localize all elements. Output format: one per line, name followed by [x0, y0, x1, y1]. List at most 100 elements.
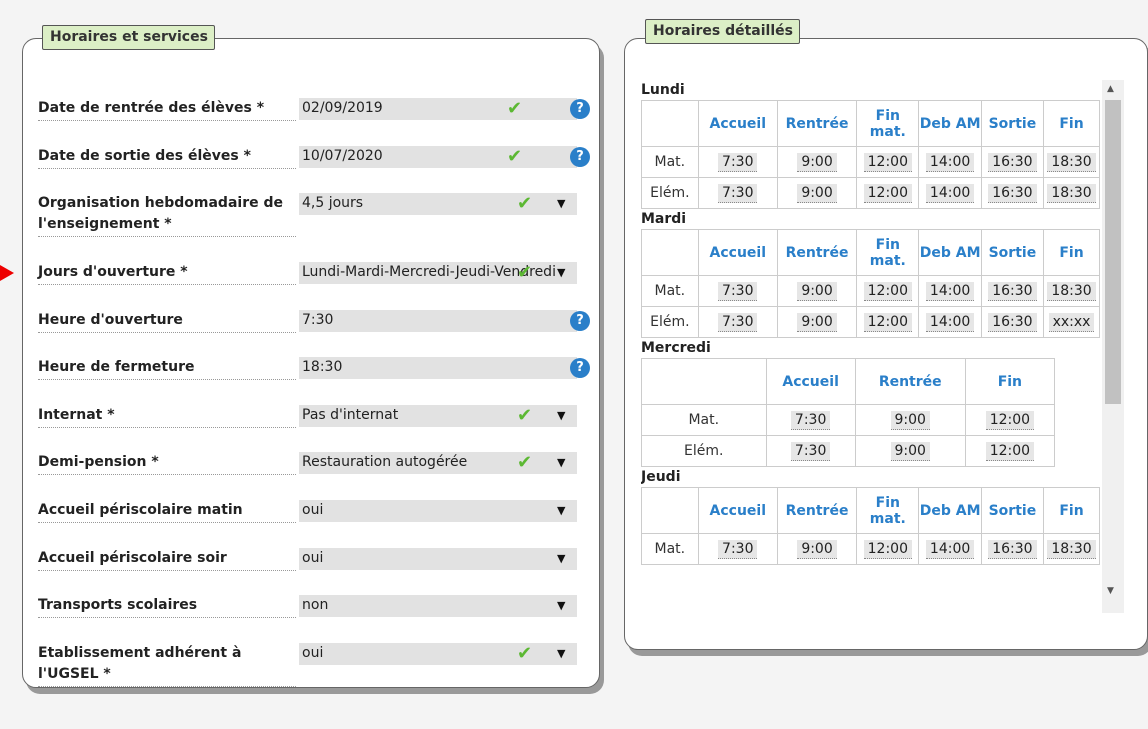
time-cell: xx:xx: [1043, 306, 1100, 338]
time-value[interactable]: 16:30: [988, 312, 1037, 332]
vertical-scrollbar[interactable]: ▲ ▼: [1102, 80, 1124, 613]
time-value[interactable]: 9:00: [797, 539, 837, 559]
time-value[interactable]: 16:30: [988, 183, 1037, 203]
schedule-table: Accueil Rentrée Fin mat. Deb AM Sortie Fin Mat…: [641, 487, 1100, 565]
arrow-right-icon: [0, 265, 14, 281]
time-cell: 12:00: [856, 533, 920, 565]
time-value[interactable]: 14:00: [925, 152, 975, 172]
help-icon[interactable]: ?: [570, 99, 590, 119]
time-value[interactable]: 7:30: [718, 539, 758, 559]
time-value[interactable]: 18:30: [1047, 539, 1096, 559]
field-label: Heure de fermeture: [38, 357, 296, 380]
column-header: Rentrée: [776, 229, 858, 276]
panel-title: Horaires et services: [42, 25, 215, 50]
scroll-up-icon[interactable]: ▲: [1107, 84, 1114, 94]
check-icon: ✔: [517, 643, 533, 664]
column-header: Deb AM: [918, 487, 982, 534]
time-value[interactable]: xx:xx: [1048, 312, 1095, 332]
time-value[interactable]: 14:00: [925, 539, 975, 559]
time-value[interactable]: 7:30: [718, 152, 758, 172]
time-value[interactable]: 12:00: [863, 152, 912, 172]
time-value[interactable]: 16:30: [988, 152, 1037, 172]
select-field[interactable]: non: [299, 595, 577, 617]
time-value[interactable]: 12:00: [863, 312, 912, 332]
time-value[interactable]: 14:00: [925, 281, 975, 301]
input-field[interactable]: 7:30: [299, 310, 577, 332]
schedule-table: Accueil Rentrée Fin mat. Deb AM Sortie Fin Mat…: [641, 100, 1100, 209]
scrollbar-thumb[interactable]: [1105, 100, 1121, 404]
chevron-down-icon[interactable]: ▼: [557, 193, 565, 214]
day-heading: Lundi: [641, 82, 685, 98]
column-header: Sortie: [980, 229, 1045, 276]
chevron-down-icon[interactable]: ▼: [557, 262, 565, 283]
time-cell: 9:00: [776, 146, 858, 178]
chevron-down-icon[interactable]: ▼: [557, 500, 565, 521]
time-cell: 9:00: [776, 306, 858, 338]
select-field[interactable]: oui: [299, 500, 577, 522]
chevron-down-icon[interactable]: ▼: [557, 595, 565, 616]
time-value[interactable]: 12:00: [863, 183, 912, 203]
time-value[interactable]: 9:00: [890, 441, 930, 461]
time-value[interactable]: 16:30: [988, 281, 1037, 301]
panel-title: Horaires détaillés: [645, 19, 800, 44]
column-header: Accueil: [765, 358, 856, 405]
help-icon[interactable]: ?: [570, 147, 590, 167]
time-value[interactable]: 9:00: [797, 183, 837, 203]
time-cell: 14:00: [918, 275, 982, 307]
time-value[interactable]: 12:00: [863, 539, 912, 559]
column-header: Deb AM: [918, 100, 982, 147]
input-field[interactable]: 10/07/2020: [299, 146, 577, 168]
help-icon[interactable]: ?: [570, 358, 590, 378]
row-label: Mat.: [641, 404, 767, 436]
time-cell: 14:00: [918, 146, 982, 178]
time-cell: 9:00: [776, 275, 858, 307]
time-value[interactable]: 18:30: [1047, 152, 1096, 172]
time-value[interactable]: 12:00: [985, 410, 1035, 430]
schedule-scroll-area[interactable]: Lundi Accueil Rentrée Fin mat. Deb AM Sortie F…: [641, 80, 1125, 613]
select-field[interactable]: oui: [299, 548, 577, 570]
help-icon[interactable]: ?: [570, 311, 590, 331]
time-value[interactable]: 9:00: [797, 312, 837, 332]
chevron-down-icon[interactable]: ▼: [557, 405, 565, 426]
corner-cell: [641, 358, 767, 405]
time-value[interactable]: 7:30: [718, 183, 758, 203]
time-value[interactable]: 16:30: [988, 539, 1037, 559]
day-heading: Jeudi: [641, 469, 681, 485]
chevron-down-icon[interactable]: ▼: [557, 452, 565, 473]
schedule-table: Accueil Rentrée Fin mat. Deb AM Sortie Fin Mat…: [641, 229, 1100, 338]
time-value[interactable]: 7:30: [718, 281, 758, 301]
scroll-down-icon[interactable]: ▼: [1107, 586, 1114, 596]
time-value[interactable]: 9:00: [797, 152, 837, 172]
column-header: Fin mat.: [856, 100, 920, 147]
field-label: Jours d'ouverture *: [38, 262, 296, 285]
time-cell: 16:30: [980, 177, 1045, 209]
column-header: Fin mat.: [856, 229, 920, 276]
time-value[interactable]: 7:30: [718, 312, 758, 332]
chevron-down-icon[interactable]: ▼: [557, 548, 565, 569]
chevron-down-icon[interactable]: ▼: [557, 643, 565, 664]
time-value[interactable]: 7:30: [790, 441, 831, 461]
time-cell: 16:30: [980, 306, 1045, 338]
time-value[interactable]: 12:00: [863, 281, 912, 301]
day-heading: Mardi: [641, 211, 687, 227]
time-cell: 18:30: [1043, 533, 1100, 565]
time-value[interactable]: 14:00: [925, 312, 975, 332]
time-value[interactable]: 14:00: [925, 183, 975, 203]
time-value[interactable]: 18:30: [1047, 183, 1096, 203]
column-header: Rentrée: [776, 487, 858, 534]
time-value[interactable]: 9:00: [890, 410, 930, 430]
time-cell: 12:00: [856, 146, 920, 178]
time-value[interactable]: 9:00: [797, 281, 837, 301]
time-value[interactable]: 7:30: [790, 410, 831, 430]
field-label: Heure d'ouverture: [38, 310, 296, 333]
input-field[interactable]: 18:30: [299, 357, 577, 379]
check-icon: ✔: [517, 405, 533, 426]
time-value[interactable]: 12:00: [985, 441, 1035, 461]
field-label: Accueil périscolaire soir: [38, 548, 296, 571]
time-cell: 18:30: [1043, 146, 1100, 178]
time-cell: 7:30: [697, 146, 778, 178]
time-cell: 16:30: [980, 533, 1045, 565]
input-field[interactable]: 02/09/2019: [299, 98, 577, 120]
time-cell: 14:00: [918, 177, 982, 209]
time-value[interactable]: 18:30: [1047, 281, 1096, 301]
